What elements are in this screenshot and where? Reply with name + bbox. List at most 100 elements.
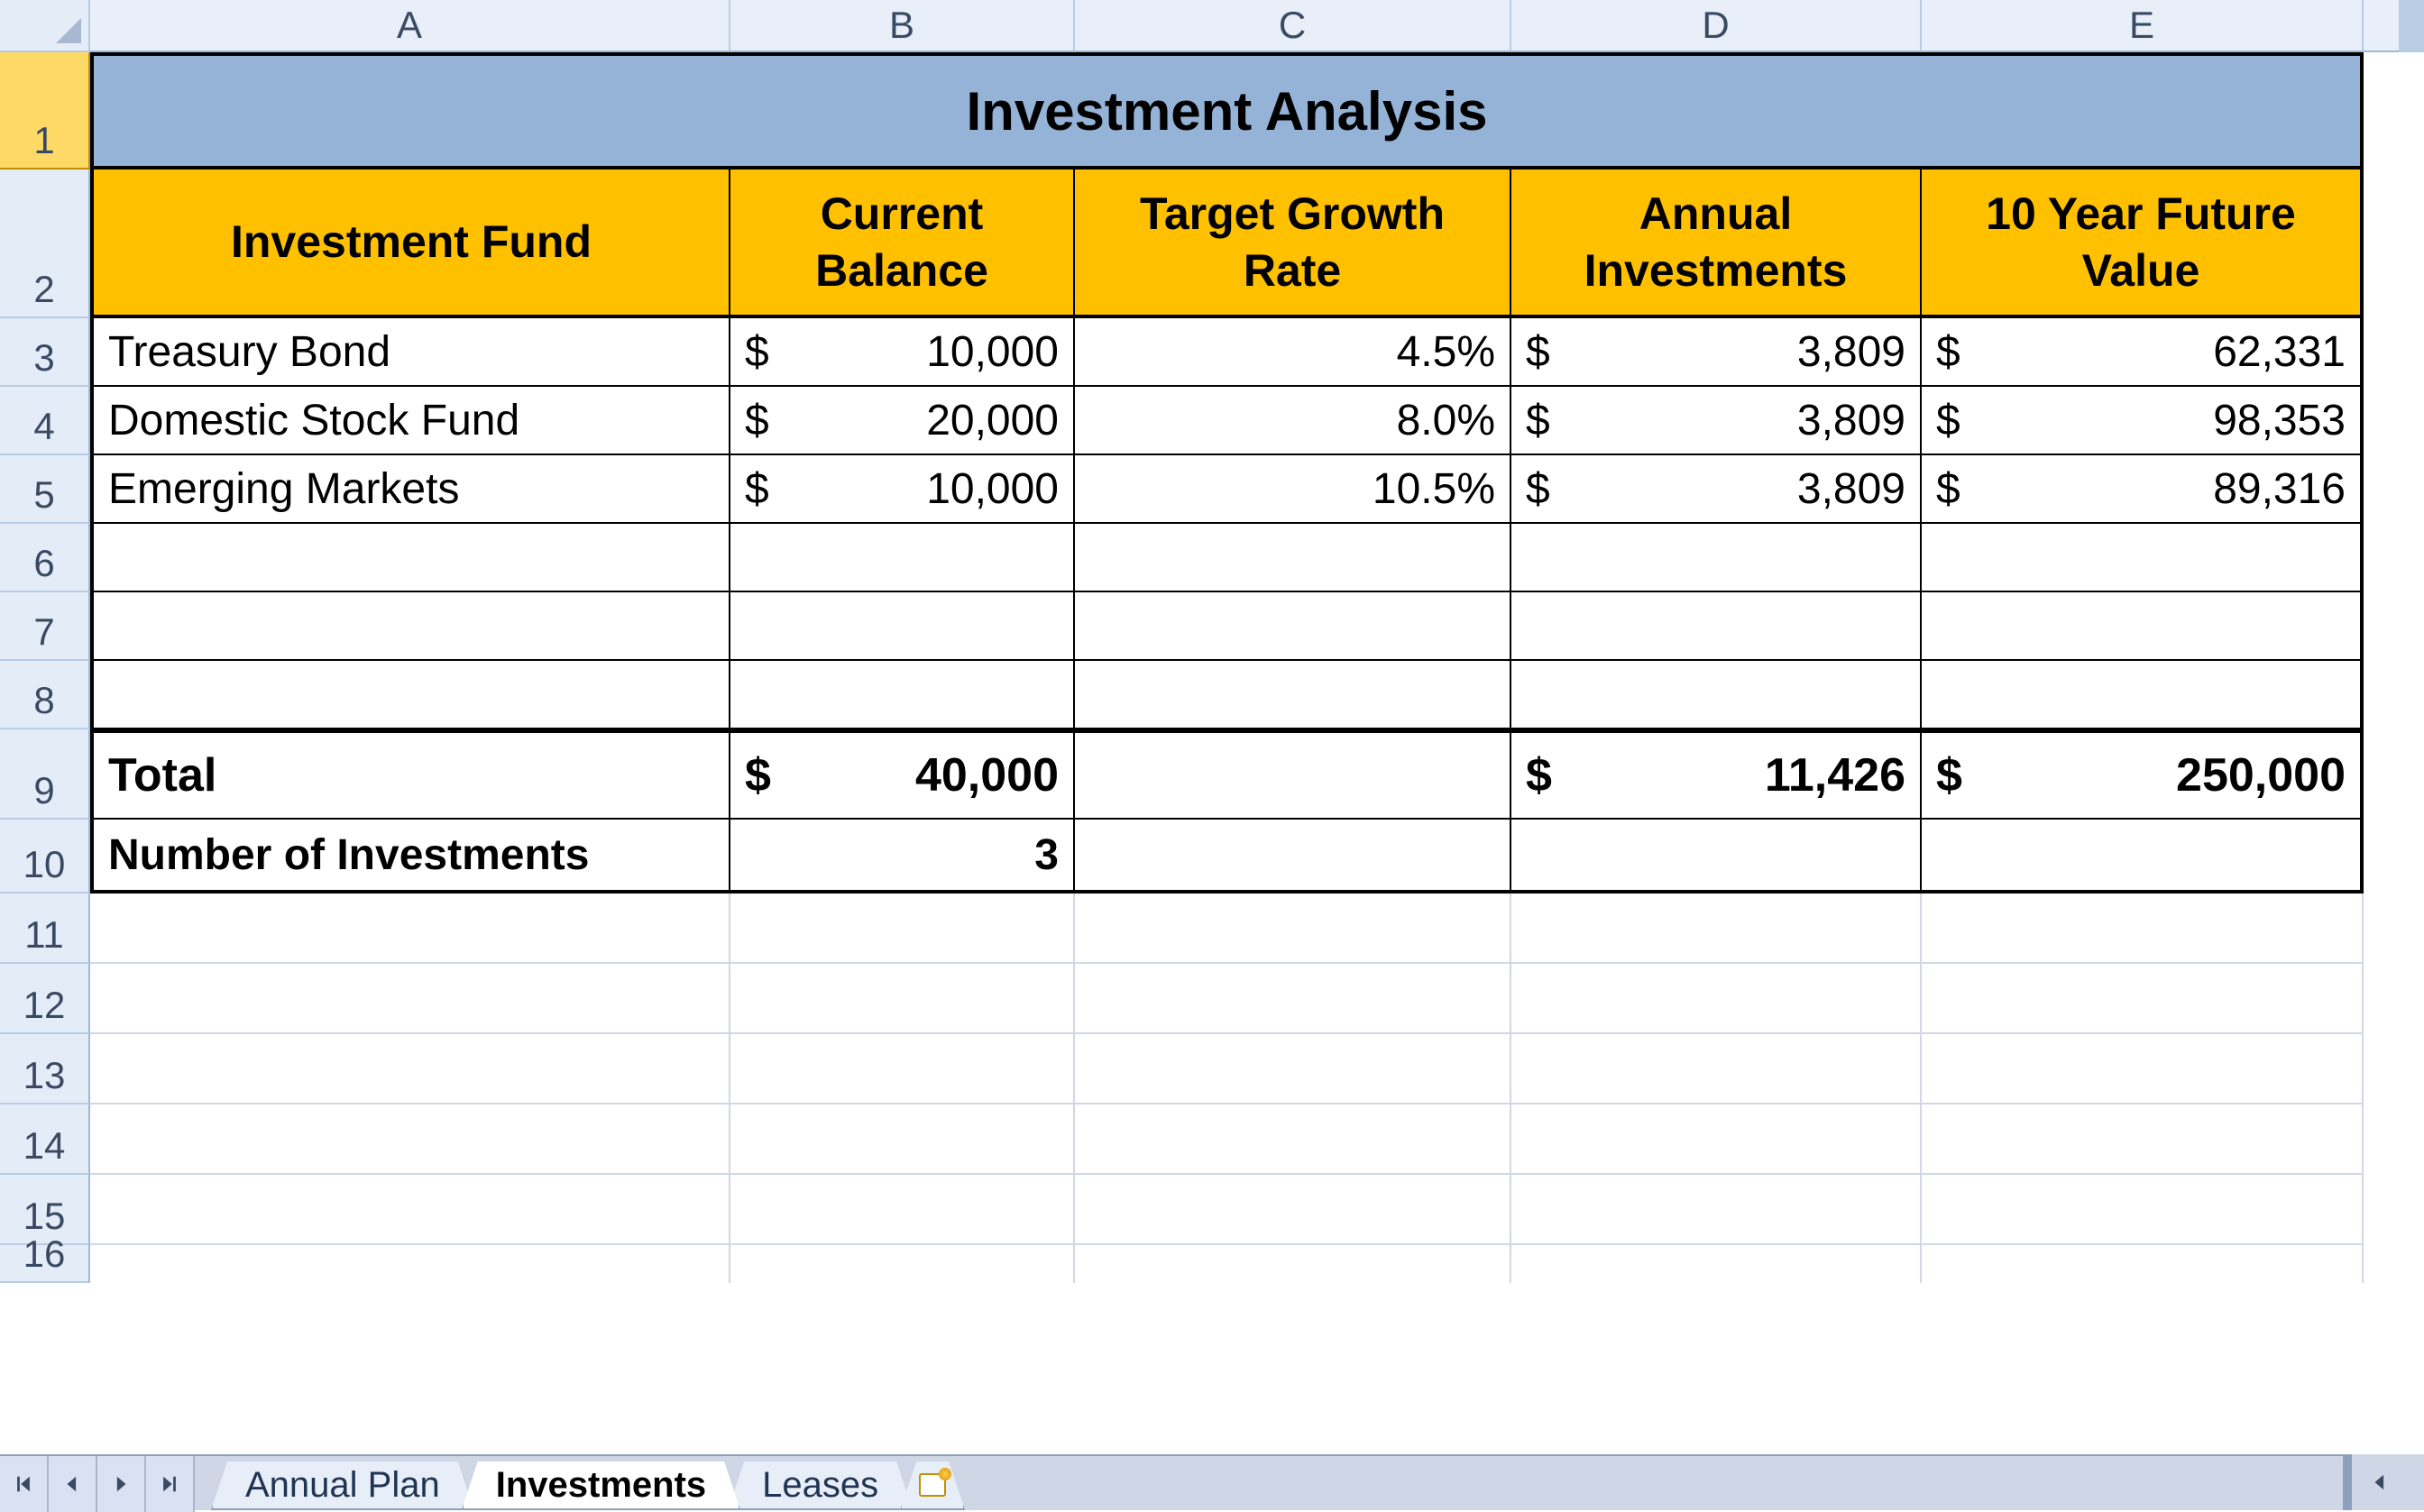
cell-rate[interactable]: 10.5% bbox=[1075, 455, 1511, 524]
new-sheet-button[interactable] bbox=[900, 1462, 965, 1510]
empty-cell[interactable] bbox=[730, 592, 1075, 661]
empty-cell[interactable] bbox=[1075, 1175, 1511, 1245]
tab-nav-first-icon[interactable] bbox=[0, 1456, 49, 1512]
empty-cell[interactable] bbox=[1075, 964, 1511, 1034]
empty-cell[interactable] bbox=[90, 1245, 730, 1283]
cell-fund[interactable]: Domestic Stock Fund bbox=[90, 387, 730, 455]
total-rate[interactable] bbox=[1075, 729, 1511, 820]
cell-annual[interactable]: $3,809 bbox=[1511, 318, 1922, 387]
empty-cell[interactable] bbox=[1075, 524, 1511, 592]
row-header-7[interactable]: 7 bbox=[0, 592, 90, 661]
tab-nav-prev-icon[interactable] bbox=[49, 1456, 97, 1512]
header-10-year-future-value[interactable]: 10 Year Future Value bbox=[1922, 170, 2364, 318]
column-header-D[interactable]: D bbox=[1511, 0, 1922, 52]
row-header-4[interactable]: 4 bbox=[0, 387, 90, 455]
row-header-3[interactable]: 3 bbox=[0, 318, 90, 387]
select-all-box[interactable] bbox=[0, 0, 90, 52]
sheet-tab-leases[interactable]: Leases bbox=[728, 1462, 913, 1510]
tab-nav-last-icon[interactable] bbox=[146, 1456, 195, 1512]
empty-cell[interactable] bbox=[1511, 1034, 1922, 1104]
scroll-left-icon[interactable] bbox=[2370, 1472, 2390, 1492]
empty-cell[interactable] bbox=[730, 524, 1075, 592]
column-header-E[interactable]: E bbox=[1922, 0, 2364, 52]
cell-rate[interactable]: 4.5% bbox=[1075, 318, 1511, 387]
empty-cell[interactable] bbox=[1511, 524, 1922, 592]
cell-rate[interactable]: 8.0% bbox=[1075, 387, 1511, 455]
empty-cell[interactable] bbox=[1075, 661, 1511, 729]
header-target-growth-rate[interactable]: Target Growth Rate bbox=[1075, 170, 1511, 318]
row-header-5[interactable]: 5 bbox=[0, 455, 90, 524]
column-header-B[interactable]: B bbox=[730, 0, 1075, 52]
empty-cell[interactable] bbox=[1511, 1104, 1922, 1175]
empty-cell[interactable] bbox=[90, 1175, 730, 1245]
tab-nav-next-icon[interactable] bbox=[97, 1456, 146, 1512]
empty-cell[interactable] bbox=[1922, 661, 2364, 729]
empty-cell[interactable] bbox=[1922, 964, 2364, 1034]
empty-cell[interactable] bbox=[1511, 964, 1922, 1034]
total-fv[interactable]: $250,000 bbox=[1922, 729, 2364, 820]
row-header-11[interactable]: 11 bbox=[0, 893, 90, 964]
row-header-12[interactable]: 12 bbox=[0, 964, 90, 1034]
row-header-13[interactable]: 13 bbox=[0, 1034, 90, 1104]
empty-cell[interactable] bbox=[730, 1245, 1075, 1283]
empty-cell[interactable] bbox=[730, 1175, 1075, 1245]
cell-balance[interactable]: $10,000 bbox=[730, 318, 1075, 387]
cell-balance[interactable]: $10,000 bbox=[730, 455, 1075, 524]
cell-annual[interactable]: $3,809 bbox=[1511, 387, 1922, 455]
header-current-balance[interactable]: Current Balance bbox=[730, 170, 1075, 318]
header-investment-fund[interactable]: Investment Fund bbox=[90, 170, 730, 318]
empty-cell[interactable] bbox=[1511, 893, 1922, 964]
empty-cell[interactable] bbox=[90, 592, 730, 661]
row-header-2[interactable]: 2 bbox=[0, 170, 90, 318]
empty-cell[interactable] bbox=[730, 1104, 1075, 1175]
empty-cell[interactable] bbox=[1075, 1104, 1511, 1175]
empty-cell[interactable] bbox=[1922, 1104, 2364, 1175]
cell-fv[interactable]: $62,331 bbox=[1922, 318, 2364, 387]
empty-cell[interactable] bbox=[90, 524, 730, 592]
empty-cell[interactable] bbox=[1922, 1175, 2364, 1245]
empty-cell[interactable] bbox=[1922, 820, 2364, 893]
total-label[interactable]: Total bbox=[90, 729, 730, 820]
empty-cell[interactable] bbox=[1075, 893, 1511, 964]
cell-annual[interactable]: $3,809 bbox=[1511, 455, 1922, 524]
empty-cell[interactable] bbox=[90, 893, 730, 964]
cell-fv[interactable]: $98,353 bbox=[1922, 387, 2364, 455]
empty-cell[interactable] bbox=[1075, 820, 1511, 893]
row-header-6[interactable]: 6 bbox=[0, 524, 90, 592]
total-balance[interactable]: $40,000 bbox=[730, 729, 1075, 820]
count-label[interactable]: Number of Investments bbox=[90, 820, 730, 893]
sheet-tab-investments[interactable]: Investments bbox=[462, 1462, 740, 1510]
empty-cell[interactable] bbox=[90, 661, 730, 729]
total-annual[interactable]: $11,426 bbox=[1511, 729, 1922, 820]
empty-cell[interactable] bbox=[1922, 893, 2364, 964]
row-header-9[interactable]: 9 bbox=[0, 729, 90, 820]
column-header-A[interactable]: A bbox=[90, 0, 730, 52]
row-header-16[interactable]: 16 bbox=[0, 1245, 90, 1283]
empty-cell[interactable] bbox=[1922, 524, 2364, 592]
empty-cell[interactable] bbox=[730, 964, 1075, 1034]
empty-cell[interactable] bbox=[1511, 1175, 1922, 1245]
row-header-10[interactable]: 10 bbox=[0, 820, 90, 893]
header-annual-investments[interactable]: Annual Investments bbox=[1511, 170, 1922, 318]
row-header-8[interactable]: 8 bbox=[0, 661, 90, 729]
empty-cell[interactable] bbox=[730, 893, 1075, 964]
horizontal-scroll[interactable] bbox=[2343, 1454, 2424, 1510]
empty-cell[interactable] bbox=[730, 661, 1075, 729]
empty-cell[interactable] bbox=[1075, 592, 1511, 661]
empty-cell[interactable] bbox=[1922, 1034, 2364, 1104]
cell-fund[interactable]: Treasury Bond bbox=[90, 318, 730, 387]
empty-cell[interactable] bbox=[90, 964, 730, 1034]
empty-cell[interactable] bbox=[1922, 592, 2364, 661]
empty-cell[interactable] bbox=[1075, 1034, 1511, 1104]
empty-cell[interactable] bbox=[1511, 1245, 1922, 1283]
cell-fund[interactable]: Emerging Markets bbox=[90, 455, 730, 524]
title-cell[interactable]: Investment Analysis bbox=[90, 52, 2364, 170]
count-value[interactable]: 3 bbox=[730, 820, 1075, 893]
row-header-1[interactable]: 1 bbox=[0, 52, 90, 170]
cell-balance[interactable]: $20,000 bbox=[730, 387, 1075, 455]
empty-cell[interactable] bbox=[730, 1034, 1075, 1104]
empty-cell[interactable] bbox=[1511, 820, 1922, 893]
row-header-14[interactable]: 14 bbox=[0, 1104, 90, 1175]
empty-cell[interactable] bbox=[1075, 1245, 1511, 1283]
empty-cell[interactable] bbox=[90, 1034, 730, 1104]
